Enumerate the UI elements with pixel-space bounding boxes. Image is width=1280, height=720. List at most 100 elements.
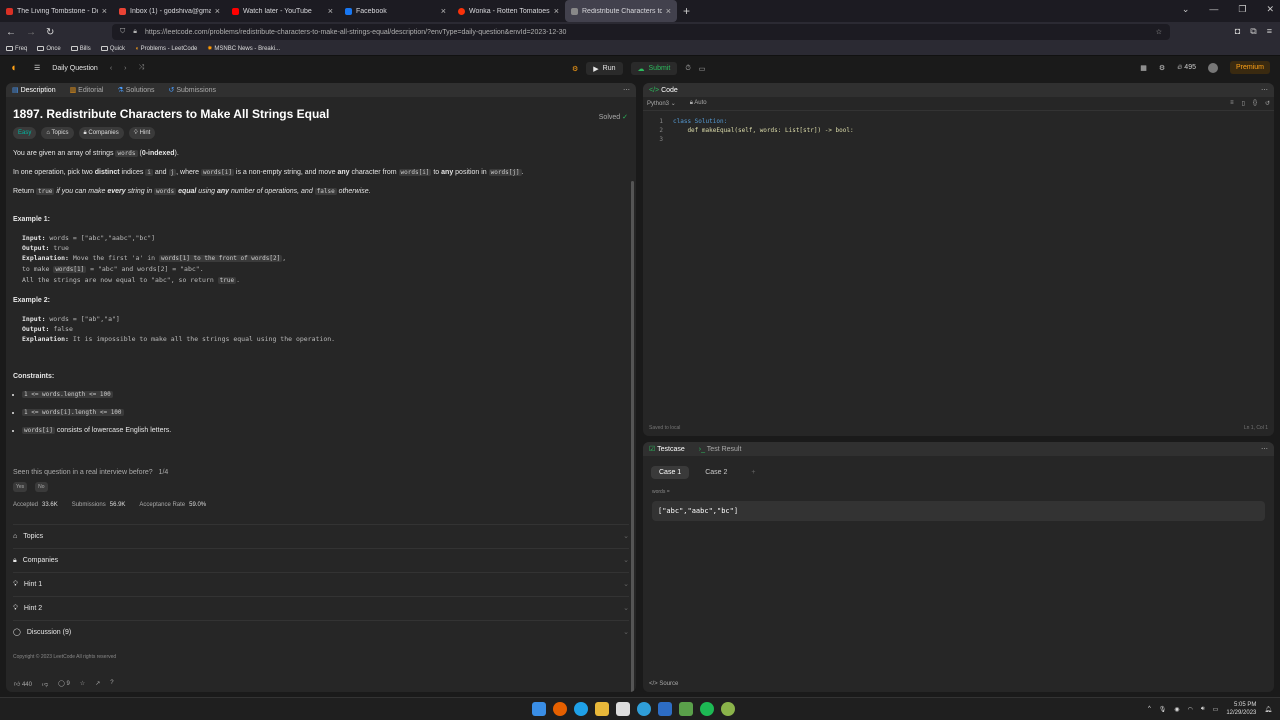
case-2-tab[interactable]: Case 2 bbox=[697, 466, 735, 479]
prev-problem-icon[interactable]: ‹ bbox=[110, 65, 112, 72]
edge-icon[interactable] bbox=[637, 702, 651, 716]
firefox-icon[interactable] bbox=[553, 702, 567, 716]
share-icon[interactable]: ↗ bbox=[95, 680, 100, 688]
maximize-icon[interactable]: ❐ bbox=[1238, 4, 1246, 15]
notifications-icon[interactable]: 🔔︎ bbox=[1264, 706, 1272, 713]
bookmark-star-icon[interactable]: ☆ bbox=[1156, 28, 1162, 36]
mic-icon[interactable]: 🎙︎ bbox=[1159, 706, 1167, 713]
add-case-icon[interactable]: + bbox=[743, 466, 763, 479]
dislike-icon[interactable]: 👎︎ bbox=[42, 680, 48, 688]
new-tab-icon[interactable]: + bbox=[683, 4, 690, 18]
notes-icon[interactable]: ▭ bbox=[699, 65, 706, 73]
menu-icon[interactable]: ≡ bbox=[1267, 26, 1272, 37]
accordion-hint-2[interactable]: 💡︎ Hint 2 ⌄ bbox=[13, 596, 629, 620]
windows-start-icon[interactable] bbox=[532, 702, 546, 716]
bookmark-folder[interactable]: Freq bbox=[6, 46, 27, 52]
battery-icon[interactable]: ▭ bbox=[1213, 706, 1219, 713]
notepad-icon[interactable] bbox=[679, 702, 693, 716]
tab-testcase[interactable]: ☑ Testcase bbox=[649, 445, 685, 453]
reset-icon[interactable]: ↺ bbox=[1265, 100, 1270, 107]
close-tab-icon[interactable]: × bbox=[554, 6, 559, 16]
bookmark-icon[interactable]: ▯ bbox=[1242, 100, 1245, 107]
no-button[interactable]: No bbox=[35, 482, 48, 492]
bookmark-folder[interactable]: Bills bbox=[70, 46, 91, 52]
browser-tab[interactable]: Watch later - YouTube × bbox=[226, 0, 339, 22]
bookmark-link[interactable]: ◖ Problems - LeetCode bbox=[135, 46, 197, 52]
tab-test-result[interactable]: ›_ Test Result bbox=[699, 446, 742, 453]
close-tab-icon[interactable]: × bbox=[102, 6, 107, 16]
companies-chip[interactable]: 🔒︎ Companies bbox=[78, 127, 124, 139]
browser-tab[interactable]: The Living Tombstone - Dog of × bbox=[0, 0, 113, 22]
case-1-tab[interactable]: Case 1 bbox=[651, 466, 690, 479]
tab-editorial[interactable]: ▥ Editorial bbox=[70, 86, 104, 94]
bookmark-folder[interactable]: Quick bbox=[100, 46, 125, 52]
hint-chip[interactable]: 💡︎ Hint bbox=[128, 127, 156, 139]
daily-question-label[interactable]: Daily Question bbox=[52, 65, 98, 72]
browser-tab[interactable]: Inbox (1) - godshiva@gmail.co × bbox=[113, 0, 226, 22]
minimize-icon[interactable]: — bbox=[1209, 4, 1218, 15]
star-icon[interactable]: ☆ bbox=[80, 680, 85, 688]
source-link[interactable]: </> Source bbox=[649, 681, 678, 687]
topics-chip[interactable]: ⌂ Topics bbox=[41, 127, 74, 139]
volume-icon[interactable]: 🔊︎ bbox=[1201, 706, 1205, 713]
discord-icon[interactable]: ◉ bbox=[1174, 706, 1179, 713]
pocket-icon[interactable]: ◘ bbox=[1235, 26, 1240, 37]
back-icon[interactable]: ← bbox=[6, 27, 16, 38]
browser-icon[interactable] bbox=[574, 702, 588, 716]
tab-solutions[interactable]: ⚗ Solutions bbox=[117, 86, 154, 94]
more-icon[interactable]: ⋯ bbox=[1261, 445, 1268, 453]
streak-counter[interactable]: 🔥︎ 495 bbox=[1177, 64, 1196, 72]
help-icon[interactable]: ? bbox=[110, 680, 113, 688]
comments-button[interactable]: ◯ 9 bbox=[58, 680, 70, 688]
spotify-icon[interactable] bbox=[700, 702, 714, 716]
url-bar[interactable]: ⛉ 🔒︎ https://leetcode.com/problems/redis… bbox=[112, 24, 1170, 40]
more-icon[interactable]: ⋯ bbox=[1261, 86, 1268, 94]
browser-tab[interactable]: Wonka - Rotten Tomatoes × bbox=[452, 0, 565, 22]
tab-list-icon[interactable]: ⌄ bbox=[1182, 4, 1190, 15]
wifi-icon[interactable]: ◠ bbox=[1188, 706, 1193, 713]
close-tab-icon[interactable]: × bbox=[328, 6, 333, 16]
problem-title[interactable]: 1897. Redistribute Characters to Make Al… bbox=[13, 108, 629, 120]
leetcode-logo-icon[interactable]: ◖ bbox=[10, 62, 17, 74]
close-window-icon[interactable]: ✕ bbox=[1266, 4, 1274, 15]
accordion-hint-1[interactable]: 💡︎ Hint 1 ⌄ bbox=[13, 572, 629, 596]
shuffle-icon[interactable]: ⤨ bbox=[139, 64, 145, 72]
more-icon[interactable]: ⋯ bbox=[623, 86, 630, 94]
browser-tab-active[interactable]: Redistribute Characters to Make × bbox=[565, 0, 677, 22]
next-problem-icon[interactable]: › bbox=[124, 65, 126, 72]
accordion-discussion[interactable]: ◯ Discussion (9) ⌄ bbox=[13, 620, 629, 644]
like-button[interactable]: 👍︎ 440 bbox=[14, 680, 32, 688]
settings-icon[interactable]: ⚙ bbox=[1159, 64, 1165, 72]
bookmark-link[interactable]: ✸ MSNBC News - Breaki... bbox=[207, 45, 280, 53]
bitwarden-icon[interactable] bbox=[658, 702, 672, 716]
chevron-up-icon[interactable]: ^ bbox=[1148, 706, 1151, 712]
accordion-topics[interactable]: ⌂ Topics ⌄ bbox=[13, 524, 629, 548]
scrollbar[interactable] bbox=[631, 181, 634, 692]
bookmark-folder[interactable]: Once bbox=[37, 46, 61, 52]
submit-button[interactable]: ☁ Submit bbox=[630, 62, 678, 75]
premium-button[interactable]: Premium bbox=[1229, 61, 1270, 74]
language-select[interactable]: Python3 ⌄ bbox=[647, 100, 676, 107]
tab-description[interactable]: ▤ Description bbox=[12, 86, 56, 94]
auto-toggle[interactable]: 🔒︎ Auto bbox=[690, 100, 707, 107]
tab-submissions[interactable]: ↺ Submissions bbox=[169, 86, 217, 94]
tab-code[interactable]: </> Code bbox=[649, 87, 678, 94]
code-editor[interactable]: 1 class Solution: 2 def makeEqual(self, w… bbox=[643, 111, 1274, 144]
close-tab-icon[interactable]: × bbox=[666, 6, 671, 16]
timer-icon[interactable]: ⏱ bbox=[685, 65, 690, 73]
braces-icon[interactable]: {} bbox=[1253, 100, 1257, 107]
avatar[interactable] bbox=[1207, 62, 1218, 73]
file-explorer-icon[interactable] bbox=[595, 702, 609, 716]
browser-tab[interactable]: Facebook × bbox=[339, 0, 452, 22]
testcase-input[interactable]: ["abc","aabc","bc"] bbox=[652, 501, 1265, 521]
yes-button[interactable]: Yes bbox=[13, 482, 28, 492]
app-icon[interactable] bbox=[721, 702, 735, 716]
close-tab-icon[interactable]: × bbox=[441, 6, 446, 16]
clock[interactable]: 5:05 PM 12/29/2023 bbox=[1226, 701, 1256, 717]
list-icon[interactable]: ☰ bbox=[34, 64, 40, 72]
forward-icon[interactable]: → bbox=[26, 27, 36, 38]
layout-icon[interactable]: ▦ bbox=[1140, 64, 1147, 72]
close-tab-icon[interactable]: × bbox=[215, 6, 220, 16]
terminal-app-icon[interactable] bbox=[616, 702, 630, 716]
reload-icon[interactable]: ↻ bbox=[46, 27, 54, 38]
